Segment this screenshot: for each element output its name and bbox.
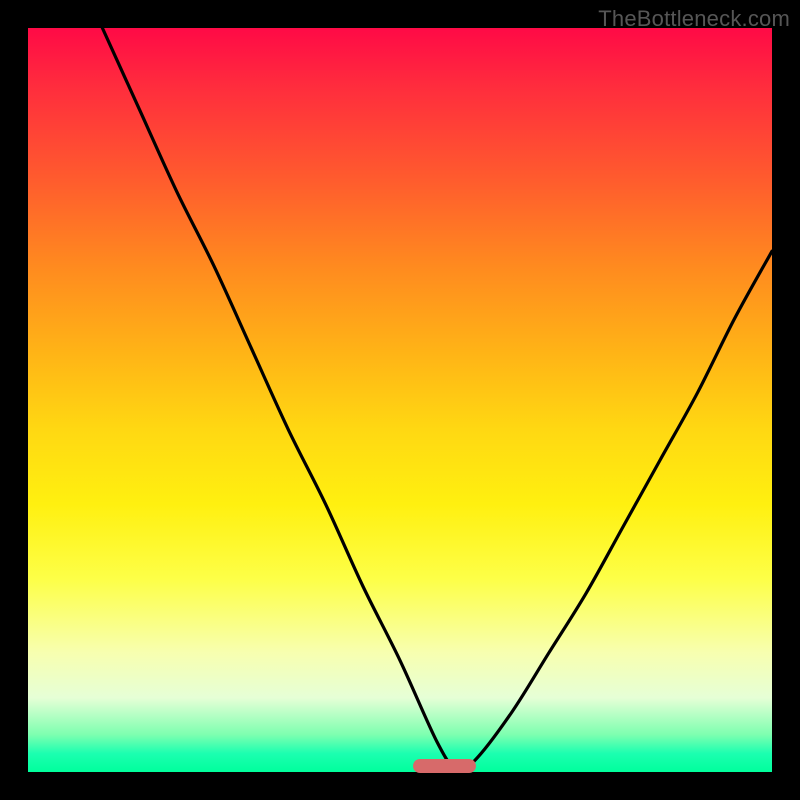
optimum-marker	[413, 759, 476, 773]
chart-frame: TheBottleneck.com	[0, 0, 800, 800]
plot-area	[28, 28, 772, 772]
watermark-text: TheBottleneck.com	[598, 6, 790, 32]
bottleneck-curve	[28, 28, 772, 772]
